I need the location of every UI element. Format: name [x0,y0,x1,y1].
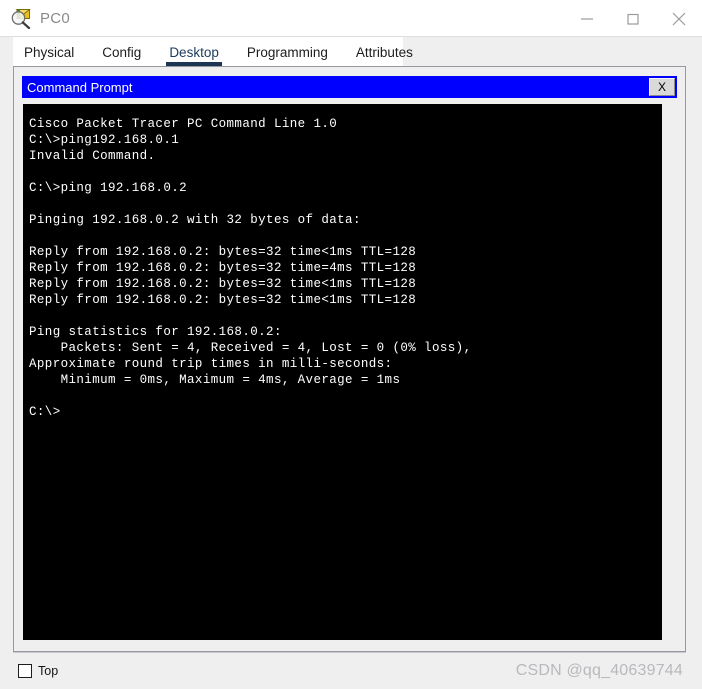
watermark-text: CSDN @qq_40639744 [515,662,683,679]
window-controls [564,0,702,37]
tab-attributes[interactable]: Attributes [356,45,413,66]
desktop-tab-panel: Command Prompt X Cisco Packet Tracer PC … [13,66,686,652]
command-prompt-window: Command Prompt X Cisco Packet Tracer PC … [22,76,677,641]
tab-desktop[interactable]: Desktop [166,45,222,66]
command-prompt-close-button[interactable]: X [649,78,675,96]
command-prompt-title-bar[interactable]: Command Prompt X [22,76,677,98]
tab-physical[interactable]: Physical [24,45,74,66]
terminal-output-area[interactable]: Cisco Packet Tracer PC Command Line 1.0 … [23,104,662,640]
terminal-output-text: Cisco Packet Tracer PC Command Line 1.0 … [29,117,472,419]
bottom-bar: Top CSDN @qq_40639744 [13,652,686,689]
tab-programming[interactable]: Programming [247,45,328,66]
tab-strip-container: Physical Config Desktop Programming Attr… [0,37,702,66]
tab-config[interactable]: Config [102,45,141,66]
top-checkbox[interactable] [18,664,32,678]
top-checkbox-row[interactable]: Top [18,664,58,678]
tab-strip: Physical Config Desktop Programming Attr… [13,37,413,66]
command-prompt-body: Cisco Packet Tracer PC Command Line 1.0 … [22,98,677,641]
window-title-bar: PC0 [0,0,702,37]
packet-tracer-magnifier-icon [10,7,32,30]
minimize-button[interactable] [564,0,610,37]
top-checkbox-label: Top [38,664,59,678]
command-prompt-title: Command Prompt [27,79,133,95]
pc0-window: PC0 Physical Config Desktop Programming … [0,0,702,689]
page-title: PC0 [40,9,71,27]
maximize-button[interactable] [610,0,656,37]
close-button[interactable] [656,0,702,37]
